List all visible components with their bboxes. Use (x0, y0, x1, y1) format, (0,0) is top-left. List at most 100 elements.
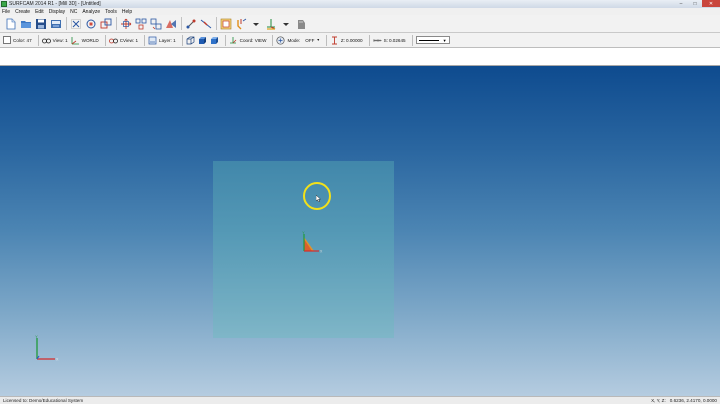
copy-shapes-icon[interactable] (99, 17, 112, 30)
ruler-icon (373, 36, 382, 45)
coordview-label: Coord: VIEW (239, 37, 267, 43)
world-axes: Y X (35, 335, 59, 362)
shaded-cube-icon[interactable] (198, 36, 207, 45)
coordinate-view-icon (229, 36, 238, 45)
save-as-icon[interactable] (49, 17, 62, 30)
show-hide-icon[interactable] (219, 17, 232, 30)
toolbar-separator (272, 34, 274, 46)
toolpath-icon[interactable] (234, 17, 247, 30)
z-label: Z: (340, 37, 345, 43)
color-label: Color: 47 (13, 37, 32, 43)
rotate-icon[interactable] (84, 17, 97, 30)
z-depth-icon (330, 36, 339, 45)
minimize-button[interactable]: – (674, 0, 688, 7)
cview-label: CView: 1 (119, 37, 139, 43)
save-icon[interactable] (34, 17, 47, 30)
toolbar-separator (144, 34, 146, 46)
coordinate-value: 0.6236, 2.4170, 0.0000 (669, 398, 717, 403)
toolbar-separator (325, 34, 327, 46)
license-text: Licensed to: Demo/Educational System (3, 398, 84, 403)
z-value[interactable]: 0.00000 (346, 38, 363, 43)
status-toolbar: Color: 47 View: 1 WORLD CView: 1 Layer: … (0, 33, 720, 48)
array-icon[interactable] (149, 17, 162, 30)
toolbar-separator (411, 34, 413, 46)
line-style-select[interactable]: ▼ (415, 36, 450, 44)
menu-nc[interactable]: NC (70, 9, 77, 15)
trim-icon[interactable] (199, 17, 212, 30)
world-y-label: Y (35, 335, 38, 339)
cview-icon (108, 36, 118, 45)
toolbar-separator (104, 34, 106, 46)
menu-help[interactable]: Help (122, 9, 132, 15)
app-icon (1, 1, 7, 7)
display-modes (186, 35, 219, 46)
group-icon[interactable] (134, 17, 147, 30)
layer-selector[interactable]: Layer: 1 (148, 35, 176, 46)
new-file-icon[interactable] (4, 17, 17, 30)
graphics-viewport[interactable]: Y X Y X (0, 66, 720, 396)
menu-analyze[interactable]: Analyze (82, 9, 100, 15)
verify-icon[interactable] (294, 17, 307, 30)
coordinate-label: X, Y, Z: (651, 398, 666, 403)
mode-icon (276, 35, 286, 45)
close-button[interactable]: ✕ (702, 0, 720, 7)
s-value[interactable]: 0.02645 (389, 38, 406, 43)
wireframe-cube-icon[interactable] (186, 36, 195, 45)
chevron-down-icon[interactable]: ▼ (316, 38, 319, 42)
toolbar-separator (216, 17, 217, 30)
menu-create[interactable]: Create (15, 9, 30, 15)
cview-selector[interactable]: CView: 1 (108, 35, 139, 46)
origin-x-label: X (320, 250, 323, 254)
glasses-icon (41, 36, 51, 45)
solid-cube-icon[interactable] (210, 36, 219, 45)
window-title: SURFCAM 2014 R1 - [Mill 3D] - [Untitled] (9, 1, 101, 7)
color-swatch[interactable] (3, 36, 11, 44)
maximize-button[interactable]: □ (688, 0, 702, 7)
menu-display[interactable]: Display (49, 9, 65, 15)
world-label: WORLD (81, 37, 99, 43)
view-selector[interactable]: View: 1 (41, 35, 68, 46)
color-selector[interactable]: Color: 47 (3, 35, 32, 46)
layer-icon (148, 36, 157, 45)
coordinate-system-icon[interactable] (264, 17, 277, 30)
mode-value[interactable]: OFF (305, 38, 314, 43)
chevron-down-icon[interactable]: ▼ (443, 38, 447, 43)
menu-edit[interactable]: Edit (35, 9, 44, 15)
layer-label: Layer: 1 (159, 37, 176, 43)
mouse-pointer-icon (316, 195, 321, 202)
menu-tools[interactable]: Tools (105, 9, 117, 15)
dropdown-arrow-icon[interactable] (279, 17, 292, 30)
world-selector[interactable]: WORLD (71, 35, 99, 46)
view-label: View: 1 (52, 37, 68, 43)
window-controls: – □ ✕ (674, 0, 720, 8)
title-bar: SURFCAM 2014 R1 - [Mill 3D] - [Untitled]… (0, 0, 720, 8)
step-field[interactable]: S: 0.02645 (373, 35, 406, 46)
toolbar-separator (368, 34, 370, 46)
s-label: S: (383, 37, 388, 43)
toolbar-area (0, 48, 720, 66)
origin-y-label: Y (302, 231, 305, 235)
world-x-label: X (56, 358, 59, 362)
toolbar-separator (181, 17, 182, 30)
toolbar-separator (181, 34, 183, 46)
z-depth-field[interactable]: Z: 0.00000 (330, 35, 363, 46)
origin-axes: Y X (302, 231, 323, 254)
dropdown-arrow-icon[interactable] (249, 17, 262, 30)
mirror-icon[interactable] (164, 17, 177, 30)
toolbar-separator (116, 17, 117, 30)
coordinate-readout: X, Y, Z: 0.6236, 2.4170, 0.0000 (651, 398, 717, 403)
menu-file[interactable]: File (2, 9, 10, 15)
coordview-selector[interactable]: Coord: VIEW (229, 35, 267, 46)
blend-icon[interactable] (184, 17, 197, 30)
toolbar-separator (224, 34, 226, 46)
main-toolbar (0, 15, 720, 33)
axis-icon (71, 36, 80, 45)
mode-label: Mode: (287, 37, 301, 43)
cut-icon[interactable] (69, 17, 82, 30)
mode-selector[interactable]: Mode: OFF ▼ (276, 35, 320, 46)
line-style-preview (418, 39, 439, 41)
menu-bar: File Create Edit Display NC Analyze Tool… (0, 8, 720, 15)
toolbar-separator (66, 17, 67, 30)
move-icon[interactable] (119, 17, 132, 30)
open-folder-icon[interactable] (19, 17, 32, 30)
